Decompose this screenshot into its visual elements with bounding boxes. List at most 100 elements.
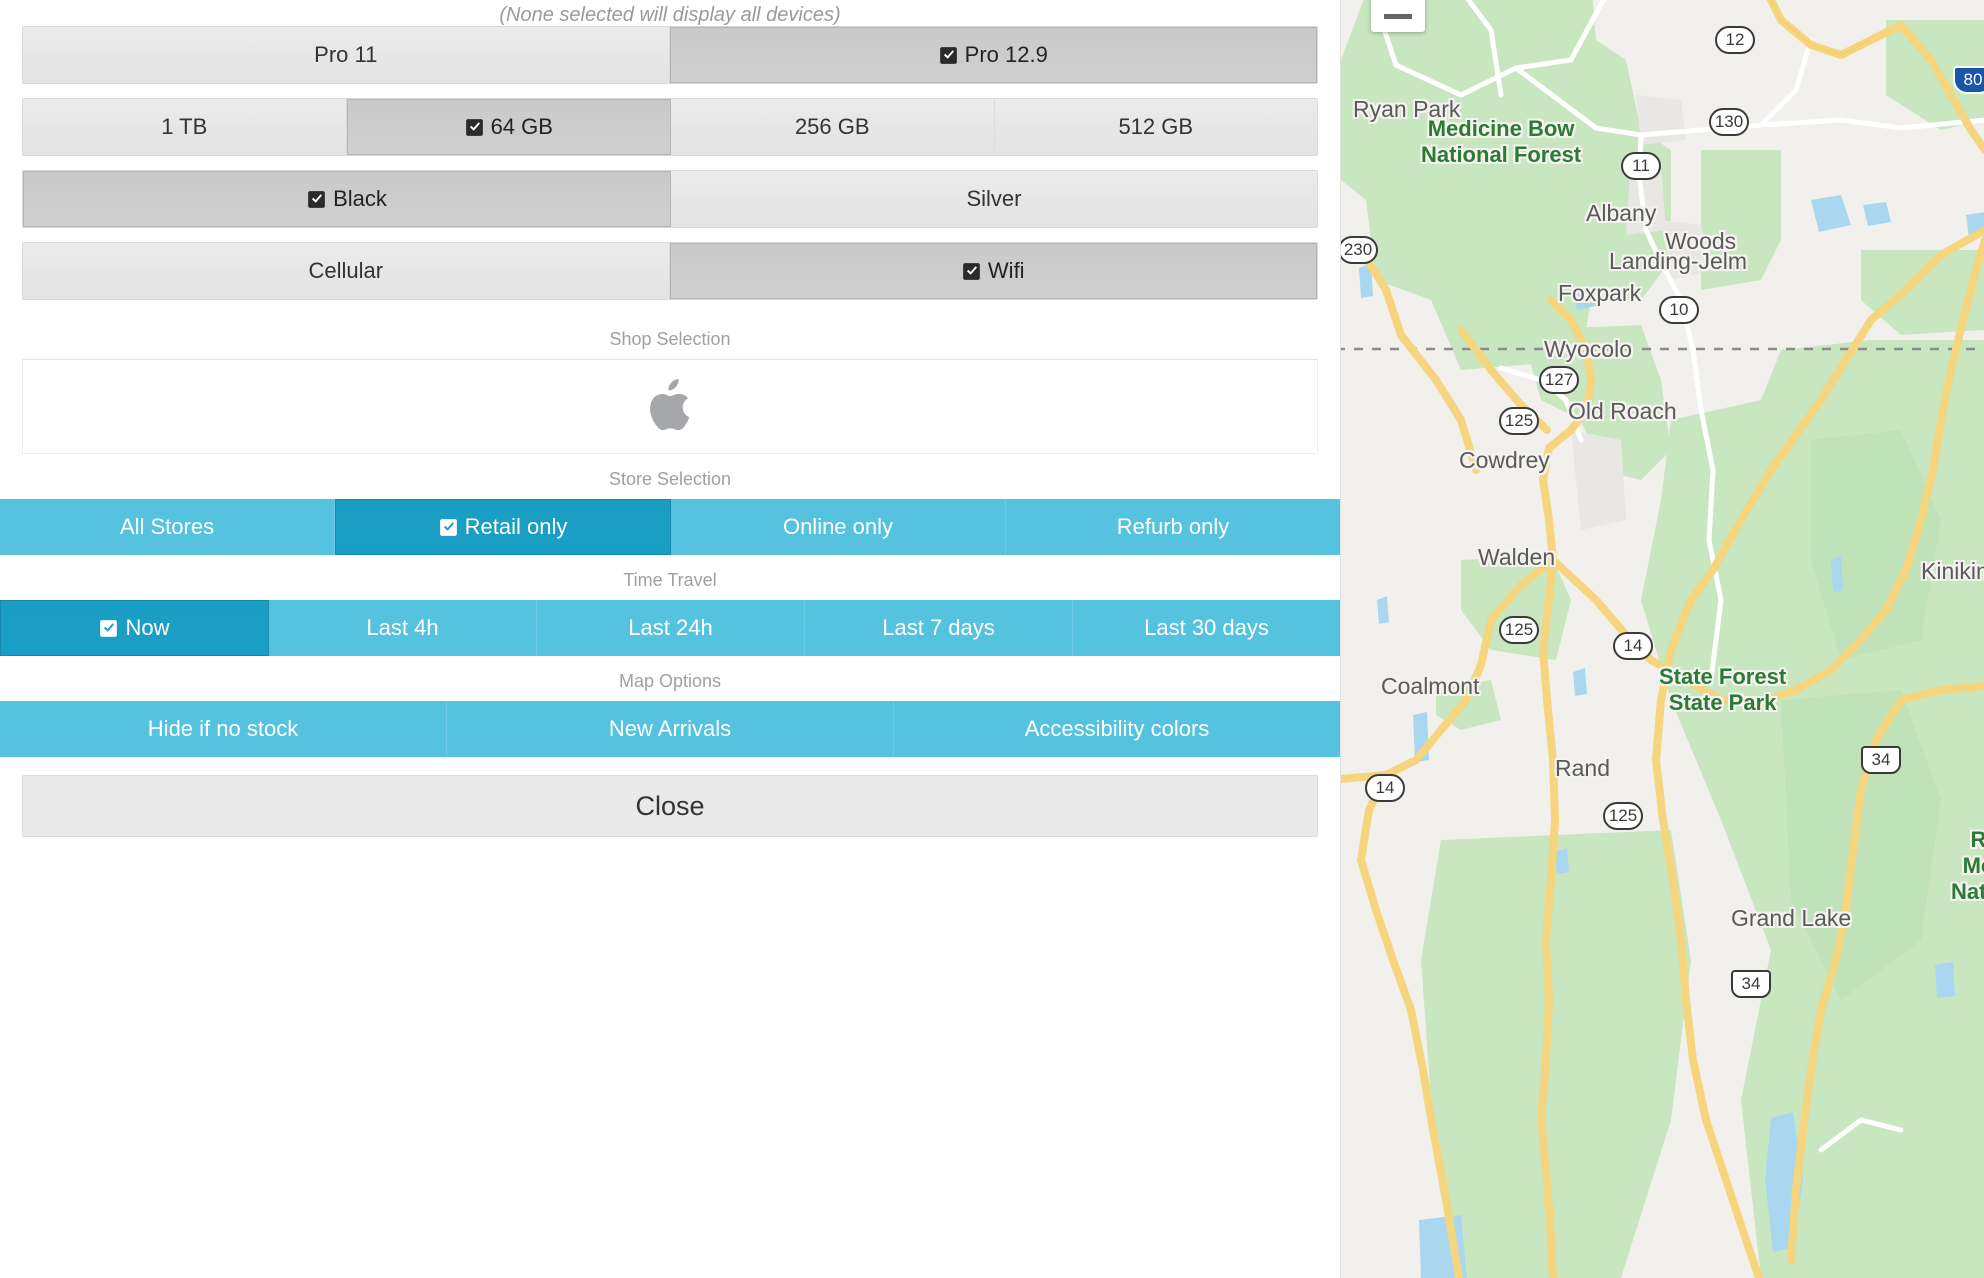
connectivity-option-cellular[interactable]: Cellular — [23, 243, 670, 299]
store-option-all-stores-label: All Stores — [119, 514, 215, 539]
storage-option-1tb-label: 1 TB — [161, 114, 208, 139]
map-park-state-forest: State Forest State Park — [1659, 664, 1786, 716]
store-option-refurb-only[interactable]: Refurb only — [1006, 499, 1340, 555]
store-selection-label: Store Selection — [608, 469, 732, 489]
map-park-medicine-bow-line1: Medicine Bow — [1427, 116, 1575, 141]
map-option-accessibility-colors-label: Accessibility colors — [1024, 716, 1210, 741]
time-option-last-30-days-label: Last 30 days — [1144, 615, 1269, 640]
map-label-landing-jelm: Landing-Jelm — [1609, 248, 1748, 274]
time-option-last-7-days-label: Last 7 days — [882, 615, 995, 640]
connectivity-option-wifi[interactable]: Wifi — [669, 243, 1317, 299]
color-option-black-label: Black — [333, 186, 387, 211]
map-label-walden: Walden — [1478, 544, 1556, 570]
map-label-coalmont: Coalmont — [1381, 673, 1480, 699]
checkbox-checked-icon — [465, 118, 484, 137]
device-color-group: Black Silver — [22, 170, 1318, 228]
map-label-cowdrey: Cowdrey — [1459, 447, 1550, 473]
shop-selection-label: Shop Selection — [609, 329, 731, 349]
map-park-rocky-mtn-line2: Mo — [1962, 853, 1984, 878]
store-option-retail-only[interactable]: Retail only — [335, 499, 671, 555]
map-shield-125-a[interactable]: 125 — [1499, 407, 1539, 435]
checkbox-checked-icon-white — [99, 619, 118, 638]
connectivity-option-wifi-label: Wifi — [987, 258, 1025, 283]
map-shield-us-34-a[interactable]: 34 — [1861, 746, 1901, 774]
storage-option-256gb[interactable]: 256 GB — [671, 99, 995, 155]
checkbox-checked-icon-white — [439, 518, 458, 537]
time-travel-label: Time Travel — [623, 570, 717, 590]
storage-option-64gb[interactable]: 64 GB — [346, 99, 671, 155]
map-zoom-out-button[interactable] — [1371, 0, 1425, 32]
time-option-last-7-days[interactable]: Last 7 days — [805, 600, 1073, 656]
color-option-silver[interactable]: Silver — [671, 171, 1317, 227]
map-canvas — [1341, 0, 1984, 1278]
minus-icon — [1384, 14, 1412, 19]
storage-option-1tb[interactable]: 1 TB — [23, 99, 347, 155]
map-option-hide-if-no-stock-label: Hide if no stock — [147, 716, 299, 741]
connectivity-option-cellular-label: Cellular — [308, 258, 384, 283]
map-park-medicine-bow-line2: National Forest — [1421, 142, 1582, 167]
time-option-last-24h-label: Last 24h — [628, 615, 713, 640]
map-option-new-arrivals[interactable]: New Arrivals — [447, 701, 894, 757]
device-option-pro-11[interactable]: Pro 11 — [23, 27, 670, 83]
apple-logo-icon — [650, 378, 690, 430]
device-option-pro-12-9-label: Pro 12.9 — [964, 42, 1048, 67]
map-shield-11[interactable]: 11 — [1621, 152, 1661, 180]
map-label-wyocolo: Wyocolo — [1544, 336, 1632, 362]
map-view[interactable]: Ryan Park Albany Woods Landing-Jelm Foxp… — [1340, 0, 1984, 1278]
store-option-all-stores[interactable]: All Stores — [0, 499, 335, 555]
map-shield-127[interactable]: 127 — [1539, 366, 1579, 394]
checkbox-checked-icon — [307, 190, 326, 209]
connectivity-group: Cellular Wifi — [22, 242, 1318, 300]
map-label-rand: Rand — [1555, 755, 1610, 781]
map-park-rocky-mtn-line3: Natio — [1951, 879, 1984, 904]
storage-option-256gb-label: 256 GB — [794, 114, 870, 139]
filter-panel: (None selected will display all devices)… — [0, 0, 1340, 1278]
map-park-medicine-bow: Medicine Bow National Forest — [1421, 116, 1581, 168]
map-shield-14-b[interactable]: 14 — [1365, 774, 1405, 802]
close-button[interactable]: Close — [22, 775, 1318, 837]
map-park-rocky-mtn: R Mo Natio — [1951, 827, 1984, 905]
time-option-last-4h[interactable]: Last 4h — [269, 600, 537, 656]
app-root: (None selected will display all devices)… — [0, 0, 1984, 1278]
store-selection-group: All Stores Retail only Online only Refur… — [0, 499, 1340, 555]
map-options-label: Map Options — [618, 671, 722, 691]
map-shield-230[interactable]: 230 — [1341, 236, 1378, 264]
time-option-last-4h-label: Last 4h — [366, 615, 439, 640]
store-option-online-only-label: Online only — [782, 514, 894, 539]
store-option-online-only[interactable]: Online only — [671, 499, 1006, 555]
checkbox-checked-icon — [939, 46, 958, 65]
map-park-state-forest-line1: State Forest — [1659, 664, 1787, 689]
map-shield-10[interactable]: 10 — [1659, 296, 1699, 324]
close-button-label: Close — [635, 791, 705, 821]
map-shield-12[interactable]: 12 — [1715, 26, 1755, 54]
map-shield-130[interactable]: 130 — [1709, 108, 1749, 136]
map-option-accessibility-colors[interactable]: Accessibility colors — [894, 701, 1340, 757]
store-option-retail-only-label: Retail only — [464, 514, 568, 539]
map-park-rocky-mtn-line1: R — [1951, 827, 1984, 853]
time-option-last-24h[interactable]: Last 24h — [537, 600, 805, 656]
time-option-now[interactable]: Now — [0, 600, 269, 656]
checkbox-checked-icon — [962, 262, 981, 281]
map-label-old-roach: Old Roach — [1568, 398, 1677, 424]
storage-capacity-group: 1 TB 64 GB 256 GB 512 GB — [22, 98, 1318, 156]
store-option-refurb-only-label: Refurb only — [1116, 514, 1230, 539]
storage-option-64gb-label: 64 GB — [490, 114, 553, 139]
map-shield-125-b[interactable]: 125 — [1499, 616, 1539, 644]
device-model-group: Pro 11 Pro 12.9 — [22, 26, 1318, 84]
map-label-albany: Albany — [1586, 200, 1657, 226]
map-label-foxpark: Foxpark — [1558, 280, 1642, 306]
time-option-last-30-days[interactable]: Last 30 days — [1073, 600, 1340, 656]
map-shield-i80[interactable]: 80 — [1953, 66, 1984, 94]
storage-option-512gb[interactable]: 512 GB — [994, 99, 1317, 155]
device-option-pro-12-9[interactable]: Pro 12.9 — [669, 27, 1317, 83]
device-option-pro-11-label: Pro 11 — [314, 42, 378, 67]
shop-selection-apple[interactable] — [22, 359, 1318, 454]
map-shield-125-c[interactable]: 125 — [1603, 802, 1643, 830]
color-option-black[interactable]: Black — [23, 171, 671, 227]
time-option-now-label: Now — [125, 615, 170, 640]
map-option-hide-if-no-stock[interactable]: Hide if no stock — [0, 701, 447, 757]
map-label-kinikin: Kinikin — [1921, 558, 1984, 584]
map-shield-14-a[interactable]: 14 — [1613, 632, 1653, 660]
map-shield-us-34-b[interactable]: 34 — [1731, 970, 1771, 998]
time-travel-group: Now Last 4h Last 24h Last 7 days Last 30… — [0, 600, 1340, 656]
